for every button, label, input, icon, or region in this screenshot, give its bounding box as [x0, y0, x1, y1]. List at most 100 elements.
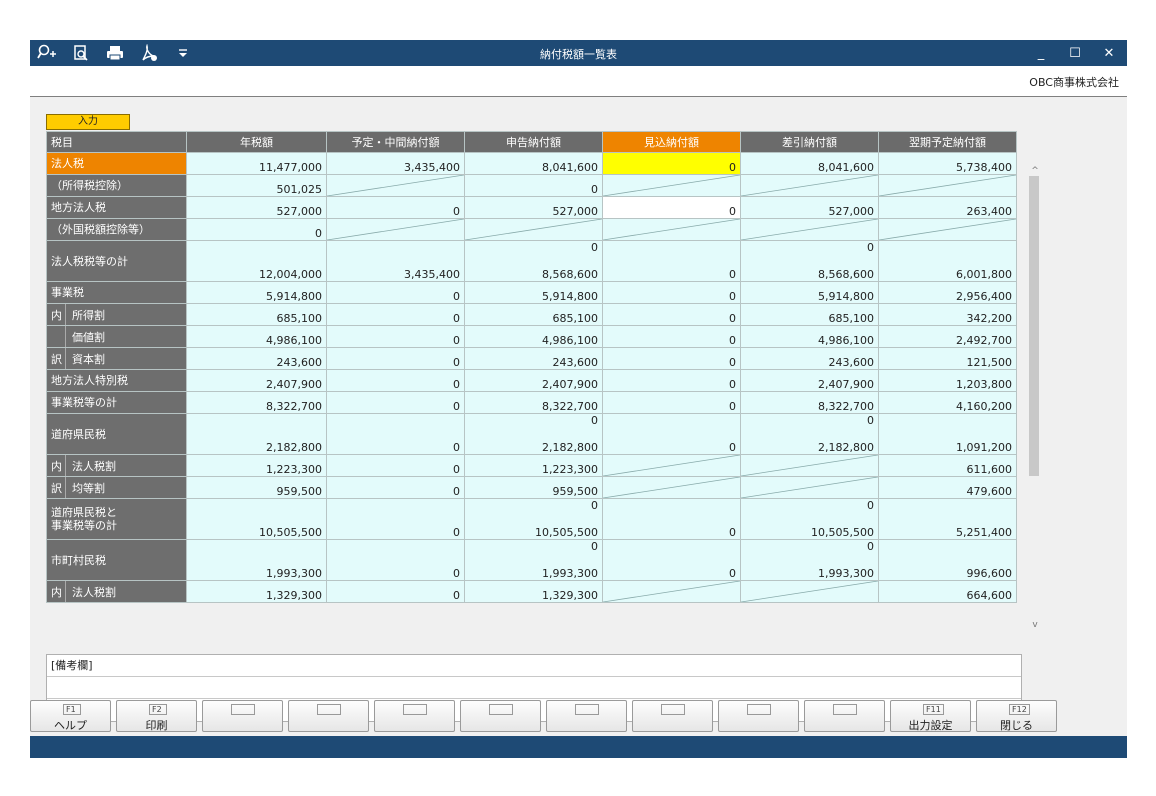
value-cell[interactable]: 2,407,900 — [464, 369, 603, 392]
table-row[interactable]: 地方法人税 527,000 0 527,000 0 527,000 263,400 — [46, 196, 1017, 219]
value-cell[interactable]: 0 1,993,300 — [464, 539, 603, 581]
fkey-empty-button[interactable] — [546, 700, 627, 732]
value-cell[interactable]: 2,407,900 — [186, 369, 327, 392]
vertical-scrollbar[interactable]: ^ v — [1028, 166, 1042, 634]
value-cell[interactable]: 527,000 — [464, 196, 603, 219]
value-cell[interactable]: 0 — [602, 303, 741, 326]
fkey-empty-button[interactable] — [202, 700, 283, 732]
value-cell[interactable]: 121,500 — [878, 347, 1017, 370]
fkey-f2-button[interactable]: F2 印刷 — [116, 700, 197, 732]
value-cell[interactable]: 243,600 — [740, 347, 879, 370]
row-label[interactable]: 事業税等の計 — [46, 391, 187, 414]
row-label[interactable]: 内法人税割 — [46, 580, 187, 603]
value-cell[interactable]: 0 — [326, 196, 465, 219]
table-row[interactable]: 訳資本割 243,600 0 243,600 0 243,600 121,500 — [46, 347, 1017, 370]
value-cell[interactable]: 0 2,182,800 — [740, 413, 879, 455]
value-cell[interactable]: 0 — [602, 498, 741, 540]
row-label[interactable]: 事業税 — [46, 281, 187, 304]
table-row[interactable]: 事業税等の計 8,322,700 0 8,322,700 0 8,322,700 4,160… — [46, 391, 1017, 414]
value-cell[interactable]: 959,500 — [186, 476, 327, 499]
fkey-empty-button[interactable] — [460, 700, 541, 732]
value-cell[interactable]: 959,500 — [464, 476, 603, 499]
value-cell[interactable]: 0 10,505,500 — [464, 498, 603, 540]
table-row[interactable]: （所得税控除） 501,025 0 — [46, 174, 1017, 197]
table-row[interactable]: 内法人税割 1,329,300 0 1,329,300 664,600 — [46, 580, 1017, 603]
value-cell[interactable]: 263,400 — [878, 196, 1017, 219]
value-cell[interactable]: 8,322,700 — [186, 391, 327, 414]
table-row[interactable]: 法人税税等の計 12,004,000 3,435,400 0 8,568,600 0 0 8,… — [46, 240, 1017, 282]
value-cell[interactable]: 8,322,700 — [740, 391, 879, 414]
value-cell[interactable]: 1,329,300 — [464, 580, 603, 603]
value-cell[interactable]: 996,600 — [878, 539, 1017, 581]
value-cell[interactable]: 685,100 — [740, 303, 879, 326]
table-row[interactable]: （外国税額控除等） 0 — [46, 218, 1017, 241]
value-cell[interactable]: 0 — [602, 539, 741, 581]
row-label[interactable]: 市町村民税 — [46, 539, 187, 581]
table-row[interactable]: 市町村民税 1,993,300 0 0 1,993,300 0 0 1,993,300 996,… — [46, 539, 1017, 581]
value-cell[interactable]: 12,004,000 — [186, 240, 327, 282]
value-cell[interactable]: 0 — [602, 240, 741, 282]
table-row[interactable]: 訳均等割 959,500 0 959,500 479,600 — [46, 476, 1017, 499]
value-cell[interactable]: 0 — [602, 152, 741, 175]
value-cell[interactable]: 527,000 — [740, 196, 879, 219]
value-cell[interactable]: 10,505,500 — [186, 498, 327, 540]
row-label[interactable]: 訳均等割 — [46, 476, 187, 499]
value-cell[interactable]: 4,986,100 — [740, 325, 879, 348]
row-label[interactable]: 訳資本割 — [46, 347, 187, 370]
value-cell[interactable]: 2,956,400 — [878, 281, 1017, 304]
table-row[interactable]: 道府県民税 2,182,800 0 0 2,182,800 0 0 2,182,800 1,09… — [46, 413, 1017, 455]
value-cell[interactable]: 685,100 — [464, 303, 603, 326]
value-cell[interactable]: 664,600 — [878, 580, 1017, 603]
value-cell[interactable]: 4,986,100 — [464, 325, 603, 348]
value-cell[interactable]: 1,223,300 — [186, 454, 327, 477]
value-cell[interactable]: 8,041,600 — [464, 152, 603, 175]
row-label[interactable]: （外国税額控除等） — [46, 218, 187, 241]
fkey-empty-button[interactable] — [374, 700, 455, 732]
row-label[interactable]: 道府県民税 — [46, 413, 187, 455]
value-cell[interactable]: 1,329,300 — [186, 580, 327, 603]
value-cell[interactable]: 0 8,568,600 — [464, 240, 603, 282]
value-cell[interactable]: 0 — [326, 325, 465, 348]
row-label[interactable]: 法人税税等の計 — [46, 240, 187, 282]
value-cell[interactable]: 0 — [602, 413, 741, 455]
notes-line[interactable] — [47, 677, 1021, 699]
row-label[interactable]: 価値割 — [46, 325, 187, 348]
value-cell[interactable]: 0 — [602, 281, 741, 304]
fkey-f1-button[interactable]: F1 ヘルプ — [30, 700, 111, 732]
table-row[interactable]: 事業税 5,914,800 0 5,914,800 0 5,914,800 2,956,40… — [46, 281, 1017, 304]
fkey-empty-button[interactable] — [718, 700, 799, 732]
value-cell[interactable]: 0 — [186, 218, 327, 241]
row-label[interactable]: 地方法人税 — [46, 196, 187, 219]
fkey-f12-button[interactable]: F12 閉じる — [976, 700, 1057, 732]
value-cell[interactable]: 1,223,300 — [464, 454, 603, 477]
table-row[interactable]: 地方法人特別税 2,407,900 0 2,407,900 0 2,407,900 1,20… — [46, 369, 1017, 392]
minimize-icon[interactable]: _ — [1031, 46, 1051, 61]
value-cell[interactable]: 0 1,993,300 — [740, 539, 879, 581]
value-cell[interactable]: 243,600 — [464, 347, 603, 370]
row-label[interactable]: 法人税 — [46, 152, 187, 175]
value-cell[interactable]: 2,492,700 — [878, 325, 1017, 348]
table-row[interactable]: 内法人税割 1,223,300 0 1,223,300 611,600 — [46, 454, 1017, 477]
value-cell[interactable]: 0 — [326, 281, 465, 304]
row-label[interactable]: （所得税控除） — [46, 174, 187, 197]
value-cell[interactable]: 5,914,800 — [186, 281, 327, 304]
row-label[interactable]: 地方法人特別税 — [46, 369, 187, 392]
value-cell[interactable]: 0 — [326, 347, 465, 370]
fkey-empty-button[interactable] — [632, 700, 713, 732]
value-cell[interactable]: 1,091,200 — [878, 413, 1017, 455]
scroll-down-icon[interactable]: v — [1028, 620, 1042, 630]
value-cell[interactable]: 8,041,600 — [740, 152, 879, 175]
value-cell[interactable]: 0 — [602, 196, 741, 219]
value-cell[interactable]: 5,914,800 — [740, 281, 879, 304]
value-cell[interactable]: 685,100 — [186, 303, 327, 326]
value-cell[interactable]: 0 10,505,500 — [740, 498, 879, 540]
fkey-empty-button[interactable] — [288, 700, 369, 732]
row-label[interactable]: 道府県民税と 事業税等の計 — [46, 498, 187, 540]
value-cell[interactable]: 0 — [602, 369, 741, 392]
value-cell[interactable]: 4,160,200 — [878, 391, 1017, 414]
value-cell[interactable]: 0 — [326, 498, 465, 540]
fkey-f11-button[interactable]: F11 出力設定 — [890, 700, 971, 732]
value-cell[interactable]: 243,600 — [186, 347, 327, 370]
maximize-icon[interactable]: ☐ — [1065, 46, 1085, 61]
value-cell[interactable]: 342,200 — [878, 303, 1017, 326]
